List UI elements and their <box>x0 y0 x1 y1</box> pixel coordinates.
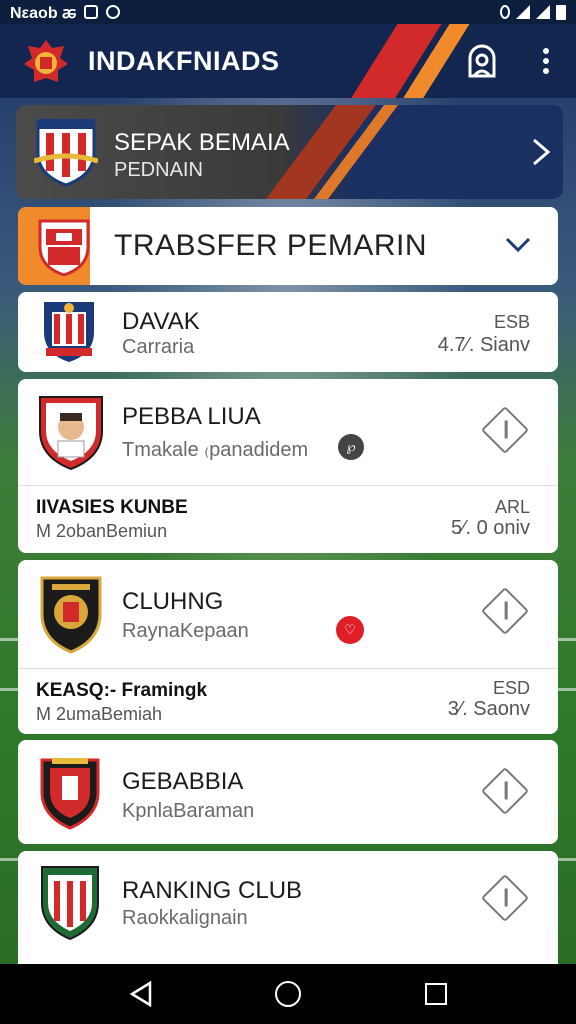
back-triangle-icon[interactable] <box>128 980 154 1008</box>
diamond-arrow-icon[interactable] <box>480 586 530 636</box>
card-row-stat-label: ESD <box>492 678 530 698</box>
diamond-arrow-icon[interactable] <box>480 766 530 816</box>
card-stat-value: 4.7⁄. Sianv <box>437 334 530 356</box>
app-title: INDAKFNIADS <box>88 46 280 76</box>
battery-icon <box>556 4 566 20</box>
app-bar: INDAKFNIADS <box>0 24 576 98</box>
transfer-label: TRABSFER PEMARIN <box>114 229 428 262</box>
card-subtitle: Carraria <box>122 336 195 358</box>
system-nav-bar <box>0 964 576 1024</box>
card-subtitle: KpnlaBaraman <box>122 800 255 822</box>
club-crest-icon <box>41 866 99 941</box>
card-row-subtitle: M 2umaBemiah <box>36 704 163 724</box>
club-crest-icon <box>40 758 100 830</box>
player-card[interactable]: CLUHNG RaynaKepaan ♡ KEASQ:- Framingk M … <box>18 560 558 734</box>
card-row-stat-label: ARL <box>494 497 530 517</box>
chevron-right-icon[interactable] <box>528 137 554 167</box>
club-crest-icon <box>39 396 103 471</box>
card-row-title: KEASQ:- Framingk <box>36 680 208 701</box>
status-carrier: Nεaob ꬱ <box>10 5 77 22</box>
diamond-arrow-icon[interactable] <box>480 873 530 923</box>
chevron-down-icon[interactable] <box>504 233 532 257</box>
card-subtitle: Tmakale ₍panadidem <box>122 439 309 461</box>
alert-badge: ♡ <box>336 616 364 644</box>
status-bar: Nεaob ꬱ <box>0 0 576 24</box>
card-name: PEBBA LIUA <box>122 403 261 430</box>
card-row-subtitle: M 2obanBemiun <box>36 521 168 541</box>
signal-icon <box>516 5 530 19</box>
account-icon[interactable] <box>462 44 502 80</box>
player-card[interactable]: PEBBA LIUA Tmakale ₍panadidem ℘ IIVASIES… <box>18 379 558 553</box>
hero-subtitle: PEDNAIN <box>114 159 203 181</box>
decor-stripe <box>266 105 398 199</box>
club-crest-icon <box>38 219 90 277</box>
card-divider <box>18 485 558 486</box>
signal-icon <box>536 5 550 19</box>
player-card[interactable]: GEBABBIA KpnlaBaraman <box>18 740 558 844</box>
home-circle-icon[interactable] <box>275 981 301 1007</box>
card-name: CLUHNG <box>122 588 224 615</box>
diamond-arrow-icon[interactable] <box>480 405 530 455</box>
hero-title: SEPAK BEMAIA <box>114 129 290 156</box>
shield-status-icon <box>106 5 121 19</box>
player-card[interactable]: RANKING CLUB Raokkalignain <box>18 851 558 964</box>
wifi-icon <box>500 5 510 19</box>
hero-banner[interactable]: SEPAK BEMAIA PEDNAIN <box>16 105 563 199</box>
card-row-stat-value: 5⁄. 0 oniv <box>451 517 530 539</box>
app-logo-icon <box>24 40 68 82</box>
transfer-section[interactable]: TRABSFER PEMARIN <box>18 207 558 285</box>
club-crest-icon <box>44 302 94 362</box>
notification-icon <box>84 5 99 19</box>
card-subtitle: Raokkalignain <box>122 907 248 929</box>
card-name: RANKING CLUB <box>122 877 303 904</box>
player-card[interactable]: DAVAK Carraria ESB 4.7⁄. Sianv <box>18 292 558 372</box>
card-name: DAVAK <box>122 308 200 335</box>
card-divider <box>18 668 558 669</box>
recent-square-icon[interactable] <box>425 983 447 1005</box>
club-crest-icon <box>40 576 102 654</box>
card-stat-label: ESB <box>493 312 530 332</box>
notification-badge: ℘ <box>338 434 364 460</box>
card-name: GEBABBIA <box>122 768 244 795</box>
card-row-title: IIVASIES KUNBE <box>36 497 188 518</box>
card-row-stat-value: 3⁄. Saonv <box>447 698 530 720</box>
club-crest-icon <box>34 119 98 187</box>
more-vertical-icon[interactable] <box>534 44 558 80</box>
card-subtitle: RaynaKepaan <box>122 620 249 642</box>
